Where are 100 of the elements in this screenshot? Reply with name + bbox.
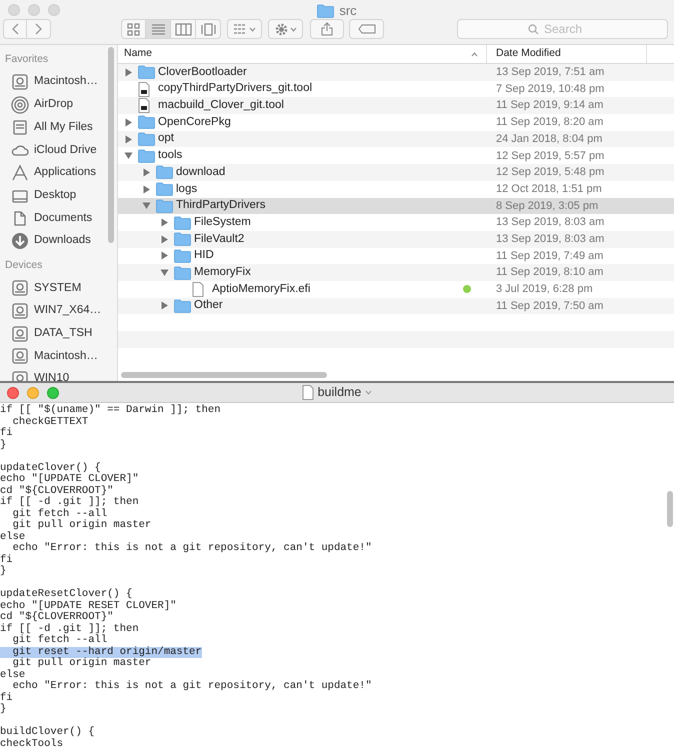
window-title: buildme	[318, 384, 362, 402]
tag-button[interactable]	[349, 19, 384, 39]
date-modified: 7 Sep 2019, 10:48 pm	[495, 82, 604, 97]
file-name: OpenCorePkg	[158, 114, 232, 130]
date-modified: 3 Jul 2019, 6:28 pm	[495, 282, 593, 298]
horizontal-scrollbar[interactable]	[121, 372, 327, 378]
code-line: else	[0, 532, 26, 542]
file-name: opt	[158, 131, 175, 146]
minimize-button[interactable]	[27, 387, 39, 399]
expanded-triangle-icon[interactable]	[160, 268, 169, 278]
sidebar-item[interactable]: AirDrop	[0, 93, 117, 116]
search-icon	[528, 24, 539, 35]
file-name: Other	[194, 298, 224, 314]
file-row[interactable]: FileVault2 13 Sep 2019, 8:03 am	[118, 230, 674, 248]
sidebar-item[interactable]: Macintosh…	[0, 70, 117, 94]
date-modified: 13 Sep 2019, 7:51 am	[495, 65, 604, 80]
sidebar-item[interactable]: WIN7_X64…	[0, 300, 117, 322]
files-icon	[11, 118, 29, 136]
code-line: if [[ -d .git ]]; then	[0, 624, 139, 634]
expanded-triangle-icon[interactable]	[124, 151, 133, 160]
sidebar-item[interactable]: All My Files	[0, 116, 117, 139]
folder-icon	[138, 115, 155, 130]
file-row[interactable]: download 12 Sep 2019, 5:48 pm	[118, 164, 674, 181]
file-name: HID	[194, 248, 215, 264]
sidebar-item[interactable]: iCloud Drive	[0, 138, 117, 162]
collapsed-triangle-icon[interactable]	[160, 301, 169, 310]
file-name: logs	[176, 182, 198, 197]
code-line: fi	[0, 554, 13, 566]
sidebar-item[interactable]: Desktop	[0, 184, 117, 207]
expanded-triangle-icon[interactable]	[142, 201, 151, 210]
folder-icon	[174, 232, 191, 246]
date-modified: 12 Oct 2018, 1:51 pm	[495, 182, 602, 197]
code-line: echo "[UPDATE RESET CLOVER]"	[0, 600, 176, 612]
scrollbar-thumb[interactable]	[108, 47, 114, 243]
view-mode-button[interactable]	[146, 19, 171, 39]
view-mode-button[interactable]	[121, 19, 146, 39]
file-row[interactable]: macbuild_Clover_git.tool 11 Sep 2019, 9:14 am	[118, 97, 674, 114]
window-title: src	[339, 2, 357, 20]
date-modified: 12 Sep 2019, 5:57 pm	[495, 148, 604, 164]
code-line: }	[0, 566, 6, 578]
code-line: checkTools	[0, 738, 64, 750]
view-mode-button[interactable]	[171, 19, 196, 39]
forward-button[interactable]	[27, 19, 51, 39]
code-line: git pull origin master	[12, 658, 152, 669]
file-row[interactable]: MemoryFix 11 Sep 2019, 8:10 am	[118, 264, 674, 281]
sidebar-heading: Devices	[4, 258, 44, 274]
file-row[interactable]: CloverBootloader 13 Sep 2019, 7:51 am	[118, 64, 674, 81]
column-header[interactable]: Name	[118, 45, 487, 63]
folder-icon	[138, 148, 155, 163]
sidebar-item[interactable]: Applications	[0, 162, 117, 184]
arrange-button[interactable]	[227, 19, 262, 39]
file-row[interactable]: HID 11 Sep 2019, 7:49 am	[118, 248, 674, 264]
sidebar-item[interactable]: SYSTEM	[0, 277, 117, 300]
file-name: AptioMemoryFix.efi	[212, 282, 312, 297]
sidebar-item[interactable]: Macintosh…	[0, 345, 117, 368]
collapsed-triangle-icon[interactable]	[124, 68, 133, 77]
search-field[interactable]: Search	[457, 19, 668, 39]
date-modified: 24 Jan 2018, 8:04 pm	[495, 132, 602, 147]
file-row[interactable]: ThirdPartyDrivers 8 Sep 2019, 3:05 pm	[118, 198, 674, 214]
file-row[interactable]: opt 24 Jan 2018, 8:04 pm	[118, 130, 674, 148]
column-header[interactable]: Date Modified	[487, 45, 647, 63]
folder-icon	[174, 248, 191, 263]
code-line: }	[0, 704, 6, 716]
code-line: if [[ -d .git ]]; then	[0, 497, 139, 508]
folder-icon	[317, 4, 334, 18]
back-button[interactable]	[3, 19, 27, 39]
view-mode-button[interactable]	[196, 19, 221, 39]
share-button[interactable]	[310, 19, 344, 39]
action-button[interactable]	[268, 19, 303, 39]
sidebar-item[interactable]: Documents	[0, 206, 117, 230]
code-line: else	[0, 670, 26, 680]
date-modified: 8 Sep 2019, 3:05 pm	[495, 198, 598, 214]
gear-icon	[274, 22, 288, 36]
apps-icon	[11, 164, 29, 182]
file-name: tools	[158, 148, 184, 164]
arrange-icon	[233, 23, 247, 35]
download-icon	[11, 232, 29, 250]
code-line: echo "Error: this is not a git repository, can't update!"	[12, 681, 372, 692]
cover-flow-icon	[200, 22, 216, 36]
close-button[interactable]	[7, 387, 19, 399]
script-file-icon	[138, 82, 150, 97]
folder-icon	[156, 198, 173, 213]
forward-icon	[34, 23, 42, 35]
file-row[interactable]: Other 11 Sep 2019, 7:50 am	[118, 298, 674, 314]
sort-caret-icon	[471, 52, 478, 56]
caret-icon	[249, 26, 256, 32]
caret-icon	[365, 390, 372, 395]
folder-icon	[138, 132, 155, 146]
scrollbar-thumb[interactable]	[667, 491, 673, 527]
sidebar-item[interactable]: Downloads	[0, 230, 117, 252]
folder-icon	[174, 266, 191, 280]
file-name: MemoryFix	[194, 264, 252, 280]
code-line: updateClover() {	[0, 462, 101, 474]
share-icon	[321, 22, 333, 36]
file-name: FileSystem	[194, 214, 252, 230]
zoom-button[interactable]	[47, 387, 59, 399]
date-modified: 13 Sep 2019, 8:03 am	[495, 215, 604, 230]
code-line: git fetch --all	[12, 508, 108, 520]
sidebar-item[interactable]: DATA_TSH	[0, 322, 117, 346]
code-line: fi	[0, 692, 13, 704]
